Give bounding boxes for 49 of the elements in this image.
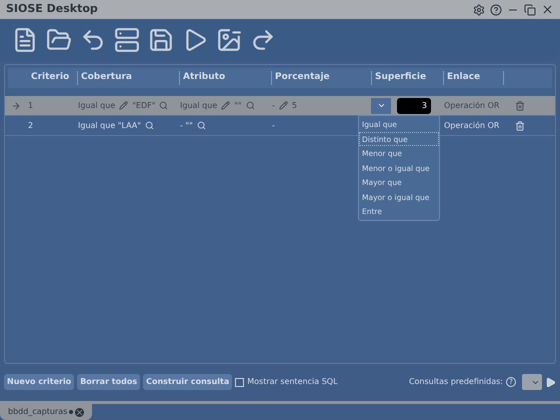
cell-text: 2 <box>28 120 34 130</box>
cell-text: - <box>272 100 275 112</box>
cell-text: "EDF" <box>132 100 156 112</box>
value-field[interactable]: 3 <box>397 98 431 114</box>
caret-icon <box>376 101 386 110</box>
cell-text: - <box>272 120 275 132</box>
cell-text: 1 <box>28 100 34 110</box>
search-icon <box>196 121 206 130</box>
delete-icon[interactable] <box>515 100 525 110</box>
close-tab-icon[interactable] <box>75 408 84 416</box>
document-tab[interactable]: bbdd_capturas <box>0 404 92 420</box>
table-row[interactable]: 1 Igual que "EDF" Igual que "" - 5 3 Operación OR <box>5 96 555 116</box>
cell-text: Igual que "LAA" <box>78 120 141 132</box>
sql-checkbox[interactable] <box>235 378 244 386</box>
checkbox-label: Mostrar sentencia SQL <box>247 376 338 388</box>
action-button[interactable]: Nuevo criterio <box>4 374 74 390</box>
cell-text: Operación OR <box>444 100 500 112</box>
pencil-icon <box>221 101 230 110</box>
server-icon[interactable] <box>114 27 140 53</box>
search-icon <box>159 101 168 110</box>
delete-icon[interactable] <box>515 120 525 130</box>
cell-text: Igual que <box>78 100 116 112</box>
column-header: Atributo <box>183 72 226 82</box>
column-header: Superficie <box>375 72 426 82</box>
save-icon[interactable] <box>148 27 174 53</box>
help-icon[interactable] <box>490 4 502 16</box>
restore-icon[interactable] <box>524 4 536 16</box>
column-header: Criterio <box>31 72 70 82</box>
search-icon <box>144 121 154 130</box>
cell-text: 5 <box>292 100 297 112</box>
cell-text: Igual que <box>180 100 218 112</box>
arrow-icon <box>11 100 21 110</box>
pencil-icon <box>278 101 288 110</box>
action-button[interactable]: Borrar todos <box>77 374 140 390</box>
cell-text: "" <box>234 100 242 112</box>
settings-icon[interactable] <box>473 4 485 16</box>
column-header: Porcentaje <box>275 72 330 82</box>
action-button[interactable]: Construir consulta <box>143 374 232 390</box>
play-icon[interactable] <box>545 376 556 388</box>
window-title: SIOSE Desktop <box>6 1 98 18</box>
cell-text: - "" <box>180 120 193 132</box>
predefined-label: Consultas predefinidas: <box>408 376 503 388</box>
search-icon <box>246 101 255 110</box>
column-header: Enlace <box>447 72 480 82</box>
image-icon[interactable] <box>216 27 242 53</box>
pencil-icon <box>119 101 128 110</box>
cell-text: Operación OR <box>444 120 500 132</box>
column-header: Cobertura <box>81 72 132 82</box>
close-icon[interactable] <box>541 3 554 16</box>
